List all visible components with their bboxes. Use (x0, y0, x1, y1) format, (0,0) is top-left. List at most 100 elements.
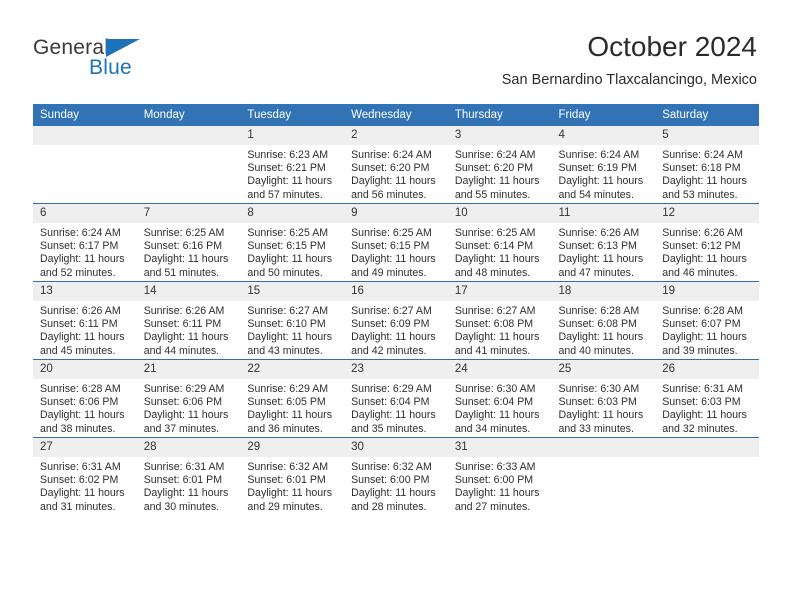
sunrise-text: Sunrise: 6:28 AM (40, 383, 121, 395)
day-number: 26 (655, 360, 759, 379)
day-cell-inner: 4 Sunrise: 6:24 AM Sunset: 6:19 PM Daylight… (551, 126, 656, 203)
sunset-text: Sunset: 6:09 PM (351, 318, 430, 331)
daylight-text-line2: and 47 minutes. (558, 266, 634, 279)
daylight-text-line1: Daylight: 11 hours (662, 331, 747, 344)
sunset-text: Sunset: 6:00 PM (454, 474, 534, 487)
sunset-text: Sunset: 6:14 PM (454, 240, 534, 253)
day-number: 27 (33, 438, 137, 457)
calendar-day-cell[interactable]: 26 Sunrise: 6:31 AM Sunset: 6:03 PM Dayligh… (655, 359, 759, 438)
daylight-text-line2: and 57 minutes. (247, 188, 323, 201)
day-details: Sunrise: 6:32 AM Sunset: 6:01 PM Daylight:… (240, 457, 344, 514)
calendar-day-cell[interactable]: 27 Sunrise: 6:31 AM Sunset: 6:02 PM Dayligh… (33, 437, 137, 515)
calendar-day-cell[interactable]: 15 Sunrise: 6:27 AM Sunset: 6:10 PM Dayligh… (240, 281, 345, 360)
triangle-icon (106, 39, 140, 57)
calendar-day-cell[interactable]: 29 Sunrise: 6:32 AM Sunset: 6:01 PM Dayligh… (240, 437, 345, 515)
sunrise-text: Sunrise: 6:24 AM (351, 149, 432, 161)
sunrise-text: Sunrise: 6:32 AM (351, 461, 432, 473)
day-number (136, 126, 241, 145)
logo[interactable]: General Blue (33, 36, 213, 86)
day-details: Sunrise: 6:27 AM Sunset: 6:09 PM Daylight:… (344, 301, 448, 358)
calendar-day-cell[interactable]: 22 Sunrise: 6:29 AM Sunset: 6:05 PM Dayligh… (240, 359, 345, 438)
calendar-day-cell[interactable]: 19 Sunrise: 6:28 AM Sunset: 6:07 PM Dayligh… (655, 281, 759, 360)
calendar-week-row: 1 Sunrise: 6:23 AM Sunset: 6:21 PM Daylight… (33, 126, 759, 204)
sunrise-text: Sunrise: 6:25 AM (143, 227, 225, 239)
sunrise-text: Sunrise: 6:32 AM (247, 461, 329, 473)
calendar-day-cell[interactable]: 1 Sunrise: 6:23 AM Sunset: 6:21 PM Daylight… (240, 126, 345, 204)
sunset-text: Sunset: 6:15 PM (351, 240, 430, 253)
daylight-text-line1: Daylight: 11 hours (558, 409, 644, 422)
calendar-day-cell[interactable]: 7 Sunrise: 6:25 AM Sunset: 6:16 PM Daylight… (136, 203, 241, 282)
daylight-text-line2: and 52 minutes. (40, 266, 116, 279)
calendar-day-cell[interactable]: 10 Sunrise: 6:25 AM Sunset: 6:14 PM Dayligh… (447, 203, 552, 282)
daylight-text-line2: and 53 minutes. (662, 188, 738, 201)
calendar-day-cell[interactable]: 20 Sunrise: 6:28 AM Sunset: 6:06 PM Dayligh… (33, 359, 137, 438)
weekday-header-saturday: Saturday (655, 104, 759, 126)
calendar-day-cell[interactable]: 21 Sunrise: 6:29 AM Sunset: 6:06 PM Dayligh… (136, 359, 241, 438)
calendar-day-cell[interactable]: 28 Sunrise: 6:31 AM Sunset: 6:01 PM Dayligh… (136, 437, 241, 515)
daylight-text-line2: and 27 minutes. (454, 500, 531, 513)
calendar-day-cell[interactable]: 23 Sunrise: 6:29 AM Sunset: 6:04 PM Dayligh… (344, 359, 448, 438)
day-number: 31 (447, 438, 552, 457)
daylight-text-line2: and 46 minutes. (662, 266, 738, 279)
day-details: Sunrise: 6:33 AM Sunset: 6:00 PM Daylight:… (448, 457, 552, 514)
daylight-text-line2: and 35 minutes. (351, 422, 427, 435)
day-details: Sunrise: 6:25 AM Sunset: 6:15 PM Daylight:… (240, 223, 344, 280)
sunset-text: Sunset: 6:10 PM (247, 318, 326, 331)
calendar-day-cell[interactable]: 12 Sunrise: 6:26 AM Sunset: 6:12 PM Dayligh… (655, 203, 759, 282)
calendar-day-cell[interactable]: 18 Sunrise: 6:28 AM Sunset: 6:08 PM Dayligh… (551, 281, 656, 360)
day-number (33, 126, 137, 145)
day-cell-inner: 31 Sunrise: 6:33 AM Sunset: 6:00 PM Dayligh… (447, 438, 552, 515)
sunrise-text: Sunrise: 6:24 AM (454, 149, 536, 161)
calendar-day-cell[interactable]: 5 Sunrise: 6:24 AM Sunset: 6:18 PM Daylight… (655, 126, 759, 204)
day-cell-inner: 16 Sunrise: 6:27 AM Sunset: 6:09 PM Dayligh… (344, 282, 448, 359)
day-number: 16 (344, 282, 448, 301)
daylight-text-line2: and 45 minutes. (40, 344, 116, 357)
sunrise-text: Sunrise: 6:24 AM (558, 149, 640, 161)
day-number: 5 (655, 126, 759, 145)
calendar-day-cell[interactable]: 6 Sunrise: 6:24 AM Sunset: 6:17 PM Daylight… (33, 203, 137, 282)
sunrise-text: Sunrise: 6:25 AM (247, 227, 329, 239)
calendar-day-cell[interactable]: 3 Sunrise: 6:24 AM Sunset: 6:20 PM Daylight… (447, 126, 552, 204)
calendar-day-cell[interactable]: 14 Sunrise: 6:26 AM Sunset: 6:11 PM Dayligh… (136, 281, 241, 360)
daylight-text-line1: Daylight: 11 hours (558, 331, 644, 344)
calendar-day-cell[interactable]: 2 Sunrise: 6:24 AM Sunset: 6:20 PM Daylight… (344, 126, 448, 204)
calendar-day-cell[interactable]: 16 Sunrise: 6:27 AM Sunset: 6:09 PM Dayligh… (344, 281, 448, 360)
daylight-text-line2: and 42 minutes. (351, 344, 427, 357)
day-cell-inner: 5 Sunrise: 6:24 AM Sunset: 6:18 PM Daylight… (655, 126, 759, 203)
daylight-text-line2: and 34 minutes. (454, 422, 531, 435)
sunrise-text: Sunrise: 6:26 AM (143, 305, 225, 317)
sunrise-text: Sunrise: 6:27 AM (454, 305, 536, 317)
calendar-day-cell[interactable]: 13 Sunrise: 6:26 AM Sunset: 6:11 PM Dayligh… (33, 281, 137, 360)
calendar-day-cell[interactable]: 31 Sunrise: 6:33 AM Sunset: 6:00 PM Dayligh… (447, 437, 552, 515)
calendar-day-cell[interactable]: 4 Sunrise: 6:24 AM Sunset: 6:19 PM Daylight… (551, 126, 656, 204)
calendar-day-cell[interactable]: 8 Sunrise: 6:25 AM Sunset: 6:15 PM Daylight… (240, 203, 345, 282)
day-cell-inner (33, 126, 137, 203)
calendar-day-cell[interactable]: 17 Sunrise: 6:27 AM Sunset: 6:08 PM Dayligh… (447, 281, 552, 360)
day-cell-inner: 17 Sunrise: 6:27 AM Sunset: 6:08 PM Dayligh… (447, 282, 552, 359)
sunset-text: Sunset: 6:00 PM (351, 474, 430, 487)
day-cell-inner (136, 126, 241, 203)
calendar-day-cell[interactable]: 9 Sunrise: 6:25 AM Sunset: 6:15 PM Daylight… (344, 203, 448, 282)
calendar-day-cell[interactable]: 25 Sunrise: 6:30 AM Sunset: 6:03 PM Dayligh… (551, 359, 656, 438)
day-number: 25 (551, 360, 656, 379)
sunset-text: Sunset: 6:21 PM (247, 162, 326, 175)
daylight-text-line2: and 49 minutes. (351, 266, 427, 279)
sunrise-text: Sunrise: 6:31 AM (40, 461, 121, 473)
calendar-day-cell[interactable]: 11 Sunrise: 6:26 AM Sunset: 6:13 PM Dayligh… (551, 203, 656, 282)
sunrise-text: Sunrise: 6:24 AM (40, 227, 121, 239)
sunrise-text: Sunrise: 6:28 AM (558, 305, 640, 317)
sunrise-text: Sunrise: 6:25 AM (454, 227, 536, 239)
calendar-day-cell[interactable]: 24 Sunrise: 6:30 AM Sunset: 6:04 PM Dayligh… (447, 359, 552, 438)
day-number: 9 (344, 204, 448, 223)
daylight-text-line1: Daylight: 11 hours (247, 253, 333, 266)
sunset-text: Sunset: 6:16 PM (143, 240, 223, 253)
sunset-text: Sunset: 6:01 PM (247, 474, 326, 487)
daylight-text-line2: and 37 minutes. (143, 422, 220, 435)
calendar-day-cell[interactable]: 30 Sunrise: 6:32 AM Sunset: 6:00 PM Dayligh… (344, 437, 448, 515)
day-number: 15 (240, 282, 345, 301)
day-cell-inner: 27 Sunrise: 6:31 AM Sunset: 6:02 PM Dayligh… (33, 438, 137, 515)
day-details: Sunrise: 6:25 AM Sunset: 6:14 PM Daylight:… (448, 223, 552, 280)
sunrise-text: Sunrise: 6:23 AM (247, 149, 329, 161)
daylight-text-line1: Daylight: 11 hours (351, 175, 436, 188)
calendar-day-cell-empty (136, 126, 241, 204)
